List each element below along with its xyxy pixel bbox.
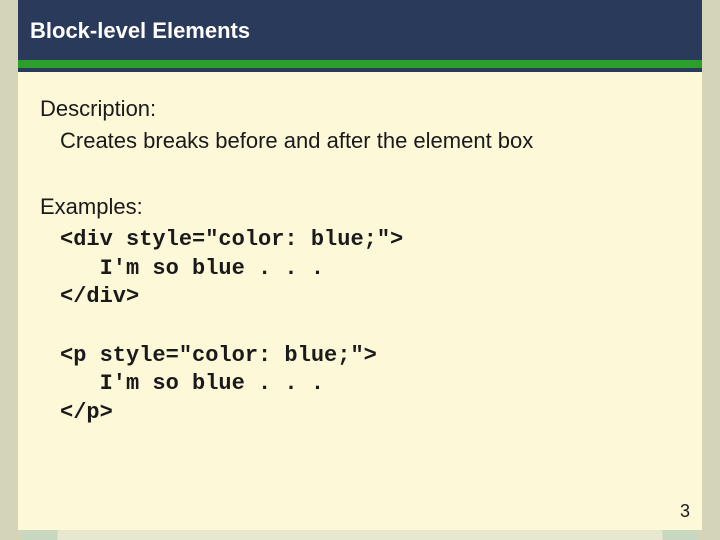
slide: Block-level Elements Description: Create… — [18, 0, 702, 530]
examples-label: Examples: — [40, 194, 680, 220]
description-label: Description: — [40, 96, 680, 122]
code-example-1: <div style="color: blue;"> I'm so blue .… — [60, 226, 680, 312]
slide-header: Block-level Elements — [18, 0, 702, 68]
code-example-2: <p style="color: blue;"> I'm so blue . .… — [60, 342, 680, 428]
description-text: Creates breaks before and after the elem… — [60, 128, 680, 154]
page-number: 3 — [674, 499, 696, 524]
slide-title: Block-level Elements — [30, 18, 690, 44]
slide-content: Description: Creates breaks before and a… — [18, 68, 702, 468]
